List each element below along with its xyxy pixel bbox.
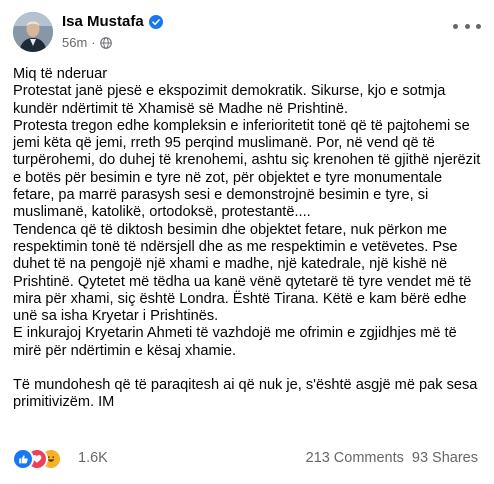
reaction-icons[interactable]	[12, 448, 72, 470]
post-header: Isa Mustafa 56m ·	[0, 0, 494, 56]
author-name[interactable]: Isa Mustafa	[62, 13, 144, 30]
meta-separator: ·	[91, 35, 96, 50]
reactions-count[interactable]: 1.6K	[78, 450, 108, 466]
post-timestamp[interactable]: 56m	[62, 35, 87, 50]
post-paragraph: Miq të nderuar Protestat janë pjesë e ek…	[13, 66, 481, 359]
comments-count[interactable]: 213 Comments	[306, 450, 404, 466]
like-icon	[12, 448, 34, 470]
shares-count[interactable]: 93 Shares	[412, 450, 478, 466]
more-options-icon[interactable]	[453, 16, 481, 36]
verified-badge-icon	[148, 14, 163, 29]
author-avatar[interactable]	[13, 12, 53, 52]
globe-icon[interactable]	[99, 36, 112, 49]
engagement-bar: 1.6K 213 Comments 93 Shares	[12, 447, 482, 471]
post-paragraph: Të mundohesh që të paraqitesh ai që nuk …	[13, 377, 478, 411]
post-body: Miq të nderuar Protestat janë pjesë e ek…	[13, 66, 485, 412]
